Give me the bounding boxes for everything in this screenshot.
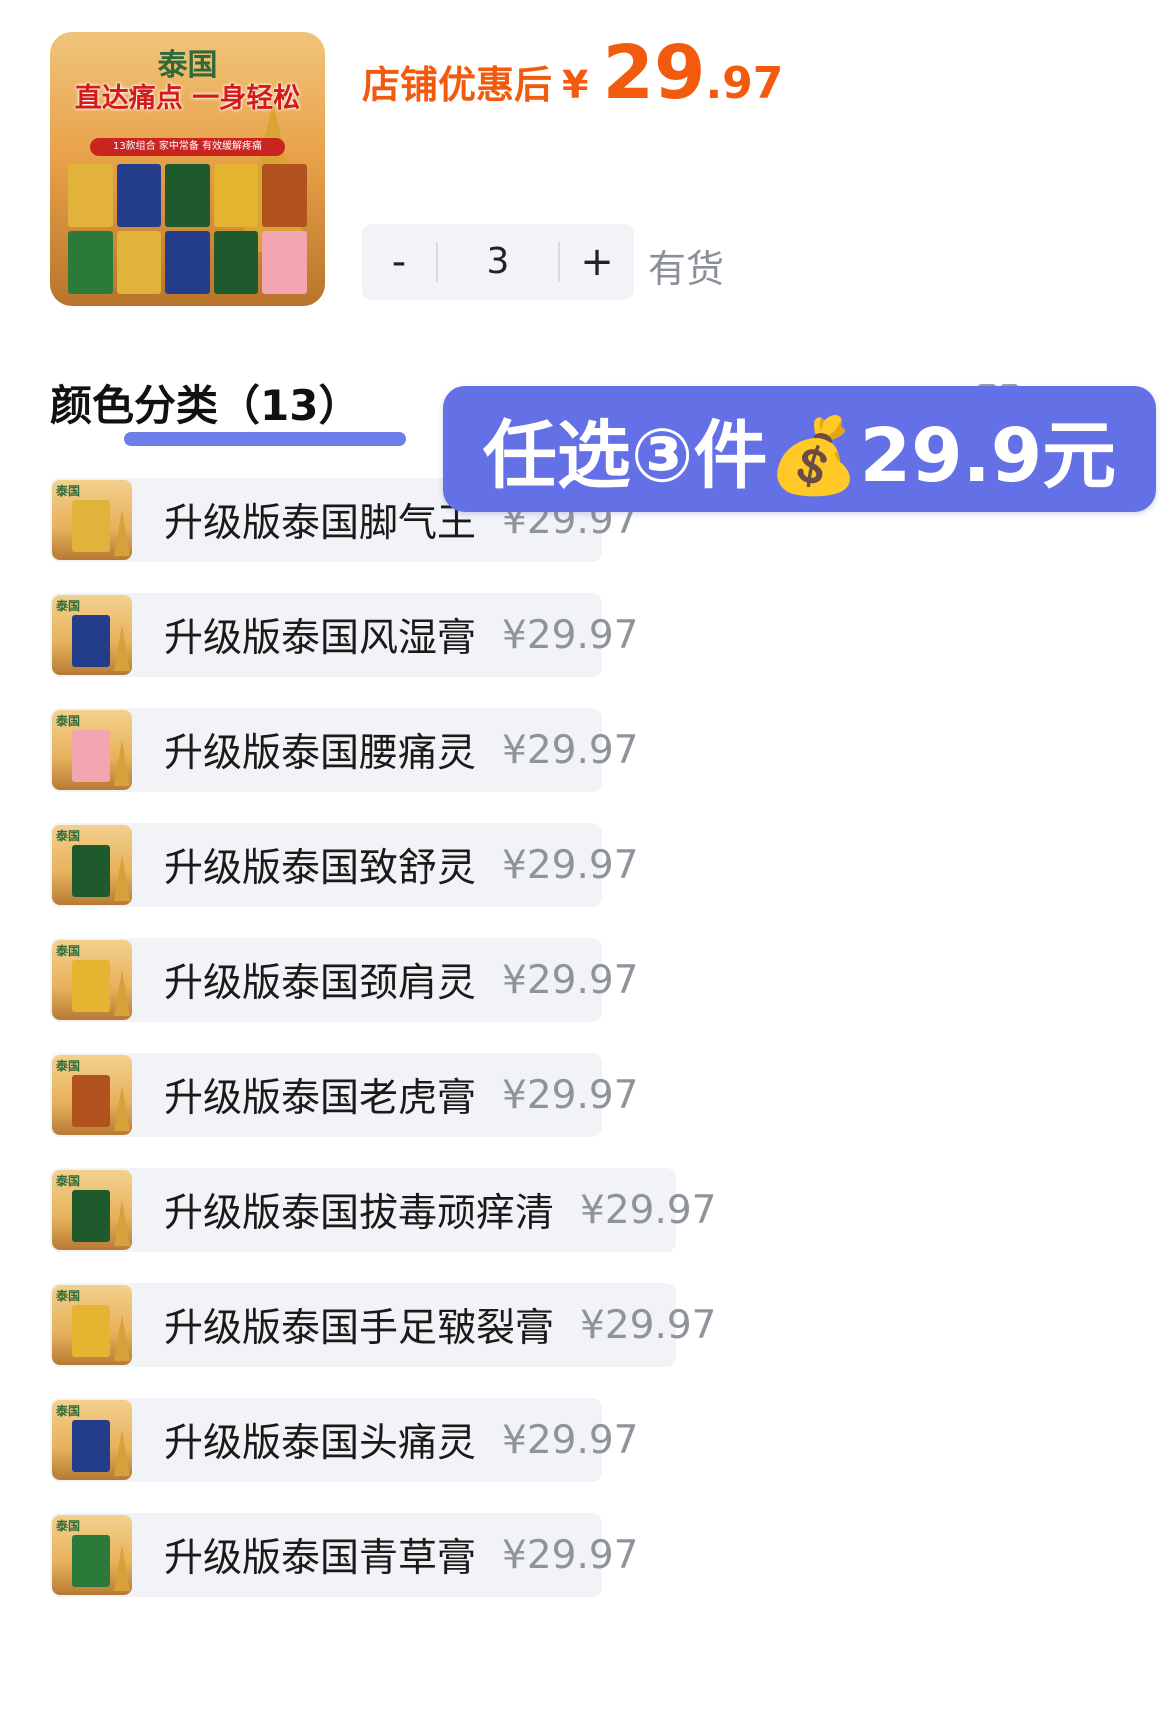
promo-banner: 任选③件💰29.9元 bbox=[443, 386, 1156, 512]
price-integer: 29 bbox=[602, 30, 706, 116]
variant-option[interactable]: 泰国升级版泰国风湿膏 ¥29.97 bbox=[50, 593, 638, 677]
variant-thumbnail-brand: 泰国 bbox=[56, 944, 81, 958]
currency-symbol: ¥ bbox=[562, 63, 589, 107]
product-thumbnail[interactable]: 泰国 直达痛点 一身轻松 13款组合 家中常备 有效缓解疼痛 bbox=[50, 32, 325, 306]
variant-thumbnail: 泰国 bbox=[52, 825, 132, 905]
variant-name: 升级版泰国腰痛灵 bbox=[164, 731, 477, 776]
variant-thumbnail: 泰国 bbox=[52, 1055, 132, 1135]
variant-option[interactable]: 泰国升级版泰国老虎膏 ¥29.97 bbox=[50, 1053, 638, 1137]
variant-box-image bbox=[72, 730, 110, 782]
variant-box-image bbox=[72, 500, 110, 552]
variant-price: ¥29.97 bbox=[580, 1187, 717, 1233]
price-decimal: .97 bbox=[705, 58, 784, 109]
variant-price: ¥29.97 bbox=[502, 612, 639, 658]
variant-thumbnail: 泰国 bbox=[52, 595, 132, 675]
temple-spire bbox=[114, 740, 130, 786]
increase-button[interactable]: + bbox=[560, 239, 634, 285]
variant-thumbnail-brand: 泰国 bbox=[56, 599, 81, 613]
variant-box-image bbox=[72, 1535, 110, 1587]
temple-spire bbox=[114, 855, 130, 901]
variant-price: ¥29.97 bbox=[502, 957, 639, 1003]
quantity-value[interactable]: 3 bbox=[436, 242, 560, 282]
variant-name: 升级版泰国老虎膏 bbox=[164, 1076, 477, 1121]
variant-price: ¥29.97 bbox=[502, 1532, 639, 1578]
thumbnail-product-boxes bbox=[68, 164, 307, 294]
variant-thumbnail-brand: 泰国 bbox=[56, 1059, 81, 1073]
variant-name: 升级版泰国手足皲裂膏 bbox=[164, 1306, 555, 1351]
variant-price: ¥29.97 bbox=[502, 842, 639, 888]
variant-thumbnail-brand: 泰国 bbox=[56, 1519, 81, 1533]
variant-box-image bbox=[72, 1075, 110, 1127]
variant-thumbnail: 泰国 bbox=[52, 940, 132, 1020]
temple-spire bbox=[114, 1545, 130, 1591]
variant-thumbnail: 泰国 bbox=[52, 1400, 132, 1480]
variant-name: 升级版泰国拔毒顽痒清 bbox=[164, 1191, 555, 1236]
variant-thumbnail-brand: 泰国 bbox=[56, 1289, 81, 1303]
variant-option[interactable]: 泰国升级版泰国致舒灵 ¥29.97 bbox=[50, 823, 638, 907]
variant-thumbnail: 泰国 bbox=[52, 1170, 132, 1250]
variant-thumbnail: 泰国 bbox=[52, 1515, 132, 1595]
decrease-button[interactable]: - bbox=[362, 239, 436, 285]
quantity-stepper: - 3 + bbox=[362, 224, 634, 300]
variant-name: 升级版泰国颈肩灵 bbox=[164, 961, 477, 1006]
variant-option[interactable]: 泰国升级版泰国青草膏 ¥29.97 bbox=[50, 1513, 638, 1597]
variant-thumbnail-brand: 泰国 bbox=[56, 1404, 81, 1418]
variant-price: ¥29.97 bbox=[580, 1302, 717, 1348]
price-display: 店铺优惠后 ¥ 29 .97 bbox=[362, 30, 783, 116]
variant-thumbnail-brand: 泰国 bbox=[56, 829, 81, 843]
variant-name: 升级版泰国风湿膏 bbox=[164, 616, 477, 661]
temple-spire bbox=[114, 1315, 130, 1361]
variant-thumbnail-brand: 泰国 bbox=[56, 484, 81, 498]
variant-thumbnail: 泰国 bbox=[52, 710, 132, 790]
variant-option[interactable]: 泰国升级版泰国手足皲裂膏 ¥29.97 bbox=[50, 1283, 716, 1367]
thumbnail-subline: 13款组合 家中常备 有效缓解疼痛 bbox=[90, 138, 285, 156]
variant-box-image bbox=[72, 845, 110, 897]
temple-spire bbox=[114, 1200, 130, 1246]
variant-option[interactable]: 泰国升级版泰国头痛灵 ¥29.97 bbox=[50, 1398, 638, 1482]
variant-thumbnail-brand: 泰国 bbox=[56, 1174, 81, 1188]
section-title: 颜色分类（13） bbox=[50, 381, 361, 430]
variant-box-image bbox=[72, 1190, 110, 1242]
variant-price: ¥29.97 bbox=[502, 727, 639, 773]
temple-spire bbox=[114, 1430, 130, 1476]
temple-spire bbox=[114, 970, 130, 1016]
section-underline bbox=[124, 432, 406, 446]
variant-thumbnail: 泰国 bbox=[52, 480, 132, 560]
variant-box-image bbox=[72, 1420, 110, 1472]
variant-name: 升级版泰国头痛灵 bbox=[164, 1421, 477, 1466]
variant-option[interactable]: 泰国升级版泰国腰痛灵 ¥29.97 bbox=[50, 708, 638, 792]
variant-thumbnail: 泰国 bbox=[52, 1285, 132, 1365]
variant-price: ¥29.97 bbox=[502, 1072, 639, 1118]
thumbnail-slogan: 直达痛点 一身轻松 bbox=[74, 83, 301, 114]
variant-price: ¥29.97 bbox=[502, 1417, 639, 1463]
variant-thumbnail-brand: 泰国 bbox=[56, 714, 81, 728]
temple-spire bbox=[114, 625, 130, 671]
variant-name: 升级版泰国青草膏 bbox=[164, 1536, 477, 1581]
variant-name: 升级版泰国脚气王 bbox=[164, 501, 477, 546]
variant-name: 升级版泰国致舒灵 bbox=[164, 846, 477, 891]
price-label: 店铺优惠后 bbox=[362, 63, 553, 107]
variant-box-image bbox=[72, 1305, 110, 1357]
product-sku-panel: 泰国 直达痛点 一身轻松 13款组合 家中常备 有效缓解疼痛 店铺优惠后 ¥ 2… bbox=[0, 0, 1170, 1714]
variant-option[interactable]: 泰国升级版泰国拔毒顽痒清 ¥29.97 bbox=[50, 1168, 716, 1252]
variant-option[interactable]: 泰国升级版泰国颈肩灵 ¥29.97 bbox=[50, 938, 638, 1022]
variant-box-image bbox=[72, 615, 110, 667]
stock-status: 有货 bbox=[648, 247, 725, 291]
temple-spire bbox=[114, 510, 130, 556]
temple-spire bbox=[114, 1085, 130, 1131]
variant-box-image bbox=[72, 960, 110, 1012]
